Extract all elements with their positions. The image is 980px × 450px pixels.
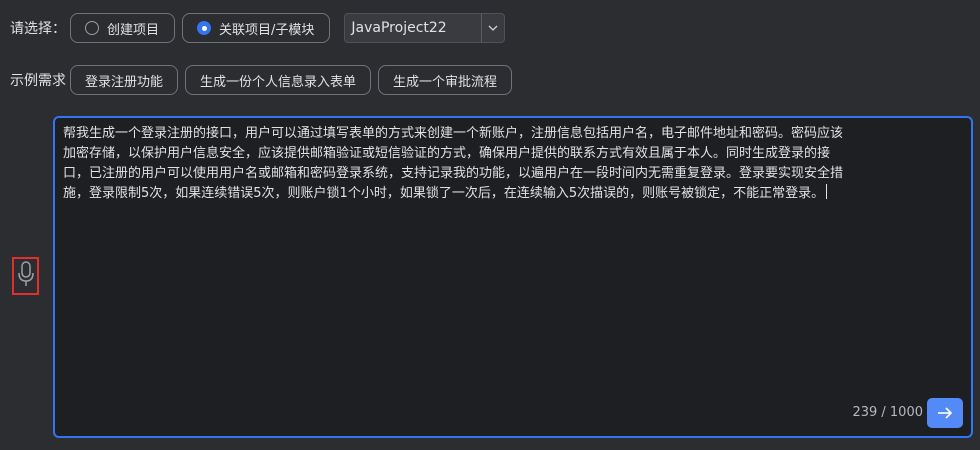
text-caret <box>826 184 828 199</box>
project-select[interactable]: JavaProject22 <box>344 13 506 43</box>
ai-requirement-panel: 请选择： 创建项目 关联项目/子模块 JavaProject22 示例需求 登录… <box>0 0 980 450</box>
arrow-right-icon <box>937 404 953 423</box>
mode-label: 请选择： <box>10 21 66 37</box>
char-counter: 239 / 1000 <box>852 405 923 420</box>
create-project-label: 创建项目 <box>107 22 160 38</box>
example-login-register-button[interactable]: 登录注册功能 <box>70 65 179 95</box>
requirement-text-content: 帮我生成一个登录注册的接口，用户可以通过填写表单的方式来创建一个新账户，注册信息… <box>63 126 844 201</box>
microphone-icon[interactable] <box>17 260 35 292</box>
chevron-down-icon[interactable] <box>481 14 504 42</box>
create-project-radio[interactable] <box>85 21 99 35</box>
example-approval-flow-button[interactable]: 生成一个审批流程 <box>378 65 513 95</box>
send-button[interactable] <box>927 398 963 428</box>
requirement-text[interactable]: 帮我生成一个登录注册的接口，用户可以通过填写表单的方式来创建一个新账户，注册信息… <box>63 124 853 204</box>
link-project-option[interactable]: 关联项目/子模块 <box>182 13 331 43</box>
requirement-textarea[interactable]: 帮我生成一个登录注册的接口，用户可以通过填写表单的方式来创建一个新账户，注册信息… <box>53 116 973 438</box>
examples-label: 示例需求 <box>10 73 66 89</box>
examples-row: 示例需求 登录注册功能 生成一份个人信息录入表单 生成一个审批流程 <box>0 64 519 96</box>
link-project-label: 关联项目/子模块 <box>219 22 315 38</box>
link-project-radio[interactable] <box>197 21 212 35</box>
mode-selection-row: 请选择： 创建项目 关联项目/子模块 JavaProject22 <box>0 12 506 44</box>
project-select-value: JavaProject22 <box>351 20 447 36</box>
example-personal-form-button[interactable]: 生成一份个人信息录入表单 <box>185 65 372 95</box>
create-project-option[interactable]: 创建项目 <box>70 13 176 43</box>
voice-input-button[interactable] <box>12 257 39 295</box>
